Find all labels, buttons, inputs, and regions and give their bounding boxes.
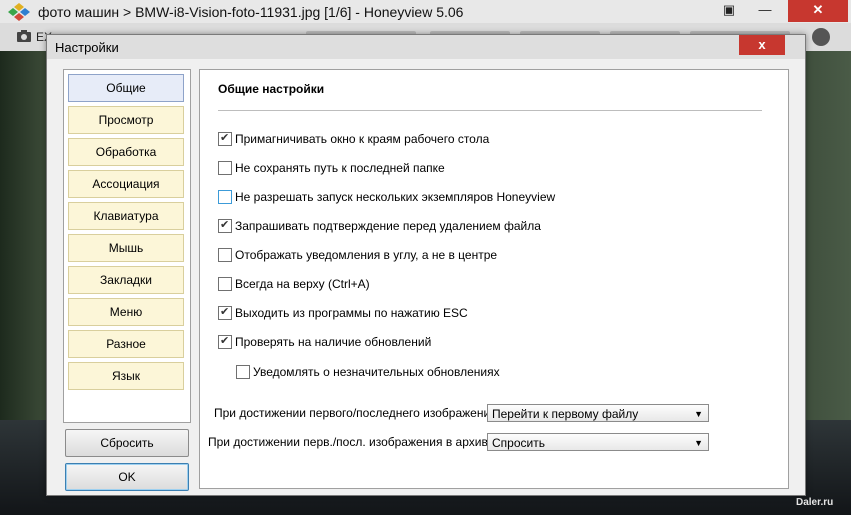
dialog-body: Общие Просмотр Обработка Ассоциация Клав… <box>55 59 795 491</box>
category-association[interactable]: Ассоциация <box>68 170 184 198</box>
checkbox[interactable] <box>218 334 232 349</box>
category-bookmarks[interactable]: Закладки <box>68 266 184 294</box>
ok-button[interactable]: OK <box>65 463 189 491</box>
reset-button[interactable]: Сбросить <box>65 429 189 457</box>
dialog-close-button[interactable]: x <box>739 35 785 55</box>
checkbox[interactable] <box>218 131 232 146</box>
fit-window-icon[interactable]: ▣ <box>712 0 746 22</box>
category-general[interactable]: Общие <box>68 74 184 102</box>
camera-icon[interactable] <box>16 29 32 43</box>
checkbox[interactable] <box>218 218 232 233</box>
archive-label: При достижении перв./посл. изображения в… <box>208 435 498 449</box>
category-processing[interactable]: Обработка <box>68 138 184 166</box>
option-snap-to-edges[interactable]: Примагничивать окно к краям рабочего сто… <box>218 131 489 147</box>
category-keyboard[interactable]: Клавиатура <box>68 202 184 230</box>
option-notify-corner[interactable]: Отображать уведомления в углу, а не в це… <box>218 247 497 263</box>
dialog-titlebar: Настройки x <box>47 35 805 59</box>
dialog-title: Настройки <box>55 40 119 55</box>
first-last-label: При достижении первого/последнего изобра… <box>214 406 500 420</box>
checkbox[interactable] <box>218 247 232 262</box>
app-close-button[interactable]: ✕ <box>788 0 848 22</box>
dropdown-arrow-icon: ▼ <box>694 438 703 448</box>
archive-select[interactable]: Спросить ▼ <box>487 433 709 451</box>
section-title: Общие настройки <box>218 82 325 96</box>
option-minor-updates[interactable]: Уведомлять о незначительных обновлениях <box>236 364 500 380</box>
category-misc[interactable]: Разное <box>68 330 184 358</box>
checkbox[interactable] <box>218 160 232 175</box>
checkbox[interactable] <box>218 305 232 320</box>
general-settings-panel: Общие настройки Примагничивать окно к кр… <box>199 69 789 489</box>
category-menu[interactable]: Меню <box>68 298 184 326</box>
category-language[interactable]: Язык <box>68 362 184 390</box>
watermark: Daler.ru <box>796 497 834 508</box>
honeyview-logo-icon <box>8 3 30 21</box>
app-window-title: фото машин > BMW-i8-Vision-foto-11931.jp… <box>38 4 464 20</box>
checkbox[interactable] <box>236 364 250 379</box>
settings-dialog: Настройки x Общие Просмотр Обработка Асс… <box>46 34 806 496</box>
option-confirm-delete[interactable]: Запрашивать подтверждение перед удаление… <box>218 218 541 234</box>
app-titlebar: фото машин > BMW-i8-Vision-foto-11931.jp… <box>0 0 851 23</box>
option-single-instance[interactable]: Не разрешать запуск нескольких экземпляр… <box>218 189 555 205</box>
first-last-select[interactable]: Перейти к первому файлу ▼ <box>487 404 709 422</box>
category-mouse[interactable]: Мышь <box>68 234 184 262</box>
minimize-button[interactable]: — <box>748 0 782 22</box>
category-list: Общие Просмотр Обработка Ассоциация Клав… <box>63 69 191 423</box>
option-no-save-last-folder[interactable]: Не сохранять путь к последней папке <box>218 160 445 176</box>
option-check-updates[interactable]: Проверять на наличие обновлений <box>218 334 431 350</box>
dropdown-arrow-icon: ▼ <box>694 409 703 419</box>
check-circle-icon[interactable] <box>812 28 830 46</box>
checkbox[interactable] <box>218 189 232 204</box>
category-view[interactable]: Просмотр <box>68 106 184 134</box>
option-always-on-top[interactable]: Всегда на верху (Ctrl+A) <box>218 276 370 292</box>
section-divider <box>218 110 762 111</box>
option-exit-on-esc[interactable]: Выходить из программы по нажатию ESC <box>218 305 468 321</box>
checkbox[interactable] <box>218 276 232 291</box>
